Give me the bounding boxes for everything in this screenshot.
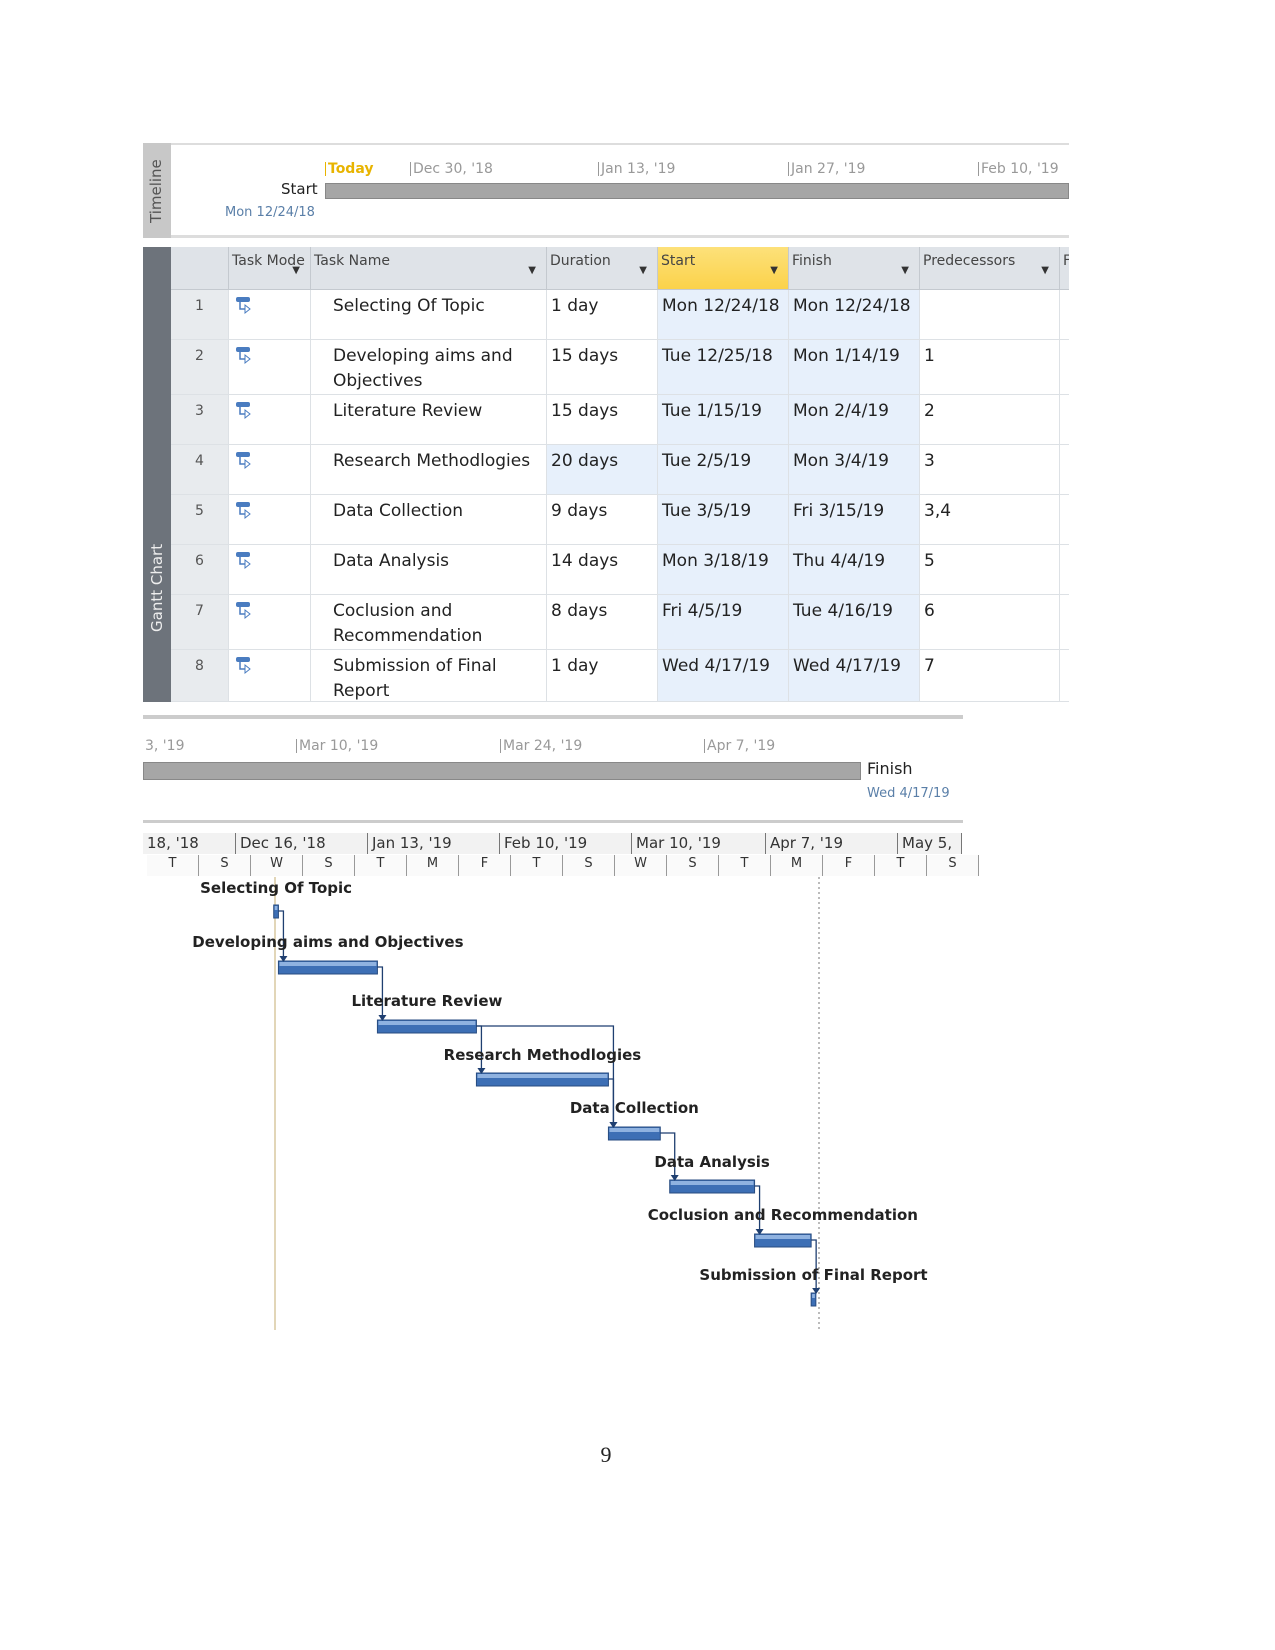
page-number: 9 bbox=[600, 1442, 612, 1467]
task-bar-label: Coclusion and Recommendation bbox=[647, 1206, 918, 1224]
task-bar-highlight bbox=[274, 906, 278, 910]
task-bar-highlight bbox=[755, 1235, 811, 1239]
task-bar-highlight bbox=[477, 1074, 608, 1078]
task-bar-highlight bbox=[609, 1128, 660, 1132]
task-bar-label: Literature Review bbox=[351, 992, 503, 1010]
task-bar-label: Data Analysis bbox=[654, 1153, 770, 1171]
task-bar-label: Submission of Final Report bbox=[699, 1266, 928, 1284]
task-bar-highlight bbox=[812, 1294, 815, 1298]
gantt-chart bbox=[273, 877, 821, 1330]
task-bar-highlight bbox=[279, 962, 377, 966]
task-bar-label: Research Methodlogies bbox=[443, 1046, 642, 1064]
document-page: Timeline Start Mon 12/24/18 Today Dec 30… bbox=[0, 0, 1275, 1650]
task-bar-label: Data Collection bbox=[569, 1099, 699, 1117]
task-bar-label: Selecting Of Topic bbox=[200, 879, 353, 897]
task-bar-highlight bbox=[670, 1181, 754, 1185]
task-bar-label: Developing aims and Objectives bbox=[192, 933, 464, 951]
task-bar-highlight bbox=[378, 1021, 476, 1025]
